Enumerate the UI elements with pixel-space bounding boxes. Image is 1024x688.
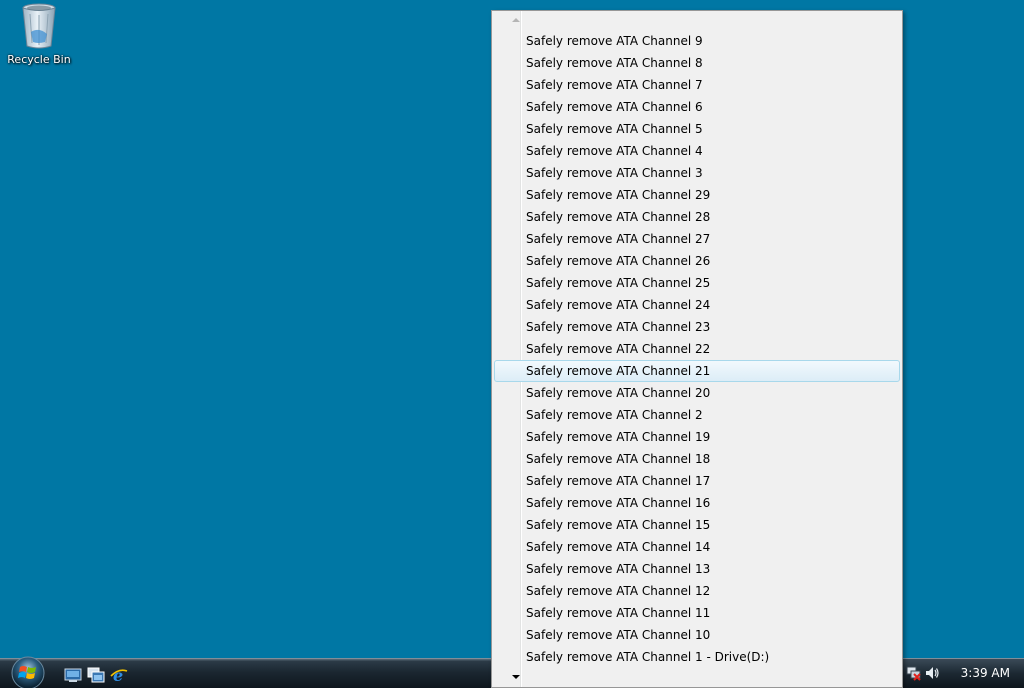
menu-item-label: Safely remove ATA Channel 28 xyxy=(526,210,711,224)
start-button[interactable] xyxy=(8,655,48,688)
menu-item[interactable]: Safely remove ATA Channel 13 xyxy=(492,558,902,580)
system-tray: 3:39 AM xyxy=(901,659,1024,688)
safely-remove-menu: Safely remove ATA Channel 9 Safely remove… xyxy=(491,10,903,688)
menu-item[interactable]: Safely remove ATA Channel 5 xyxy=(492,118,902,140)
menu-item[interactable]: Safely remove ATA Channel 2 xyxy=(492,404,902,426)
menu-item-label: Safely remove ATA Channel 13 xyxy=(526,562,711,576)
menu-item[interactable]: Safely remove ATA Channel 25 xyxy=(492,272,902,294)
menu-item-label: Safely remove ATA Channel 4 xyxy=(526,144,703,158)
menu-item-label: Safely remove ATA Channel 6 xyxy=(526,100,703,114)
menu-scroll-up-button[interactable] xyxy=(492,11,902,31)
taskbar-clock[interactable]: 3:39 AM xyxy=(961,666,1010,680)
menu-item-label: Safely remove ATA Channel 26 xyxy=(526,254,711,268)
menu-item-label: Safely remove ATA Channel 22 xyxy=(526,342,711,356)
menu-item-label: Safely remove ATA Channel 23 xyxy=(526,320,711,334)
menu-item-label: Safely remove ATA Channel 15 xyxy=(526,518,711,532)
menu-item-label: Safely remove ATA Channel 21 xyxy=(526,364,711,378)
desktop-icon-recycle-bin[interactable]: Recycle Bin xyxy=(4,2,74,66)
menu-item[interactable]: Safely remove ATA Channel 19 xyxy=(492,426,902,448)
menu-item[interactable]: Safely remove ATA Channel 20 xyxy=(492,382,902,404)
menu-item[interactable]: Safely remove ATA Channel 11 xyxy=(492,602,902,624)
menu-item-label: Safely remove ATA Channel 17 xyxy=(526,474,711,488)
menu-item[interactable]: Safely remove ATA Channel 12 xyxy=(492,580,902,602)
menu-item-label: Safely remove ATA Channel 14 xyxy=(526,540,711,554)
menu-item[interactable]: Safely remove ATA Channel 18 xyxy=(492,448,902,470)
menu-item-label: Safely remove ATA Channel 29 xyxy=(526,188,711,202)
menu-item[interactable]: Safely remove ATA Channel 8 xyxy=(492,52,902,74)
menu-item[interactable]: Safely remove ATA Channel 22 xyxy=(492,338,902,360)
menu-item-label: Safely remove ATA Channel 19 xyxy=(526,430,711,444)
menu-item-label: Safely remove ATA Channel 25 xyxy=(526,276,711,290)
quick-launch-show-desktop[interactable] xyxy=(64,667,82,683)
menu-item[interactable]: Safely remove ATA Channel 1 - Drive(D:) xyxy=(492,646,902,668)
menu-item[interactable]: Safely remove ATA Channel 23 xyxy=(492,316,902,338)
menu-item-label: Safely remove ATA Channel 2 xyxy=(526,408,703,422)
scroll-up-arrow-icon xyxy=(512,18,520,22)
menu-item-label: Safely remove ATA Channel 20 xyxy=(526,386,711,400)
menu-item-label: Safely remove ATA Channel 16 xyxy=(526,496,711,510)
menu-item[interactable]: Safely remove ATA Channel 26 xyxy=(492,250,902,272)
menu-item[interactable]: Safely remove ATA Channel 16 xyxy=(492,492,902,514)
menu-item-label: Safely remove ATA Channel 3 xyxy=(526,166,703,180)
menu-item[interactable]: Safely remove ATA Channel 28 xyxy=(492,206,902,228)
menu-scroll-down-button[interactable] xyxy=(492,667,902,687)
menu-item-label: Safely remove ATA Channel 27 xyxy=(526,232,711,246)
menu-item[interactable]: Safely remove ATA Channel 21 xyxy=(492,360,902,382)
menu-item[interactable]: Safely remove ATA Channel 7 xyxy=(492,74,902,96)
menu-item[interactable]: Safely remove ATA Channel 27 xyxy=(492,228,902,250)
menu-item-label: Safely remove ATA Channel 18 xyxy=(526,452,711,466)
menu-item-label: Safely remove ATA Channel 11 xyxy=(526,606,711,620)
menu-item-label: Safely remove ATA Channel 12 xyxy=(526,584,711,598)
internet-explorer-icon: e xyxy=(110,666,128,685)
menu-item-label: Safely remove ATA Channel 10 xyxy=(526,628,711,642)
quick-launch-internet-explorer[interactable]: e xyxy=(110,666,128,685)
svg-text:e: e xyxy=(113,667,123,683)
volume-icon xyxy=(926,667,939,679)
menu-item[interactable]: Safely remove ATA Channel 6 xyxy=(492,96,902,118)
menu-item-label: Safely remove ATA Channel 9 xyxy=(526,34,703,48)
menu-item-label: Safely remove ATA Channel 7 xyxy=(526,78,703,92)
quick-launch-switch-windows[interactable] xyxy=(87,667,105,683)
menu-item[interactable]: Safely remove ATA Channel 17 xyxy=(492,470,902,492)
menu-item[interactable]: Safely remove ATA Channel 9 xyxy=(492,30,902,52)
menu-item[interactable]: Safely remove ATA Channel 4 xyxy=(492,140,902,162)
menu-item[interactable]: Safely remove ATA Channel 14 xyxy=(492,536,902,558)
menu-item[interactable]: Safely remove ATA Channel 15 xyxy=(492,514,902,536)
network-disconnected-icon xyxy=(906,666,921,681)
menu-item-label: Safely remove ATA Channel 8 xyxy=(526,56,703,70)
tray-volume-button[interactable] xyxy=(924,665,940,681)
menu-item-label: Safely remove ATA Channel 24 xyxy=(526,298,711,312)
menu-item-label: Safely remove ATA Channel 1 - Drive(D:) xyxy=(526,650,770,664)
windows-start-orb-icon xyxy=(11,656,45,688)
menu-item[interactable]: Safely remove ATA Channel 24 xyxy=(492,294,902,316)
menu-item-label: Safely remove ATA Channel 5 xyxy=(526,122,703,136)
show-desktop-icon xyxy=(64,668,82,682)
recycle-bin-label: Recycle Bin xyxy=(7,53,71,66)
scroll-down-arrow-icon xyxy=(512,675,520,679)
menu-item[interactable]: Safely remove ATA Channel 10 xyxy=(492,624,902,646)
tray-network-button[interactable] xyxy=(906,665,922,681)
recycle-bin-icon xyxy=(22,3,56,49)
menu-item-list: Safely remove ATA Channel 9 Safely remove… xyxy=(492,30,902,668)
menu-item[interactable]: Safely remove ATA Channel 29 xyxy=(492,184,902,206)
switch-windows-icon xyxy=(87,667,105,683)
menu-item[interactable]: Safely remove ATA Channel 3 xyxy=(492,162,902,184)
